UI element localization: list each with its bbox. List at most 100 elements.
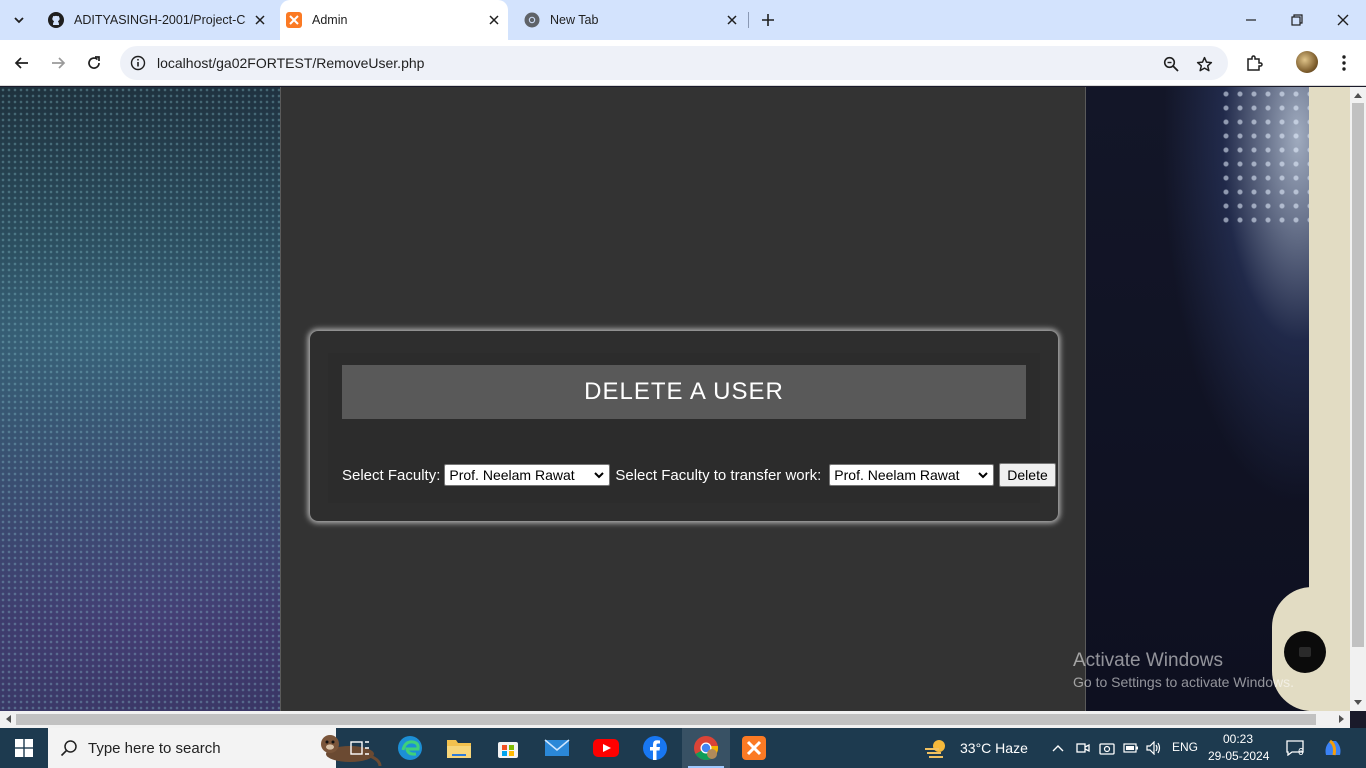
select-faculty-label: Select Faculty: bbox=[342, 466, 441, 484]
camera-icon[interactable] bbox=[1096, 728, 1118, 768]
tab-new-tab[interactable]: New Tab bbox=[516, 0, 746, 40]
notification-count: 6 bbox=[1298, 747, 1304, 758]
weather-widget-icon[interactable] bbox=[916, 728, 956, 768]
new-tab-button[interactable] bbox=[756, 8, 780, 32]
windows-taskbar: Type here to search 33°C Haze ENG 00:23 … bbox=[0, 728, 1366, 768]
windows-logo-icon bbox=[15, 739, 33, 757]
chat-icon bbox=[1299, 647, 1311, 657]
meet-now-icon[interactable] bbox=[1072, 728, 1094, 768]
folder-icon bbox=[447, 740, 471, 758]
clock-time[interactable]: 00:23 bbox=[1223, 732, 1253, 746]
xampp-icon bbox=[742, 736, 766, 760]
youtube-icon bbox=[593, 739, 619, 757]
taskbar-mail[interactable] bbox=[533, 728, 581, 768]
transfer-faculty-label: Select Faculty to transfer work: bbox=[615, 466, 822, 484]
puzzle-icon bbox=[1247, 55, 1263, 71]
tab-strip: ADITYASINGH-2001/Project-Ca Admin New Ta… bbox=[0, 0, 1366, 40]
tab-separator bbox=[748, 12, 749, 28]
chevron-down-icon bbox=[14, 17, 24, 24]
store-icon bbox=[498, 742, 518, 758]
scroll-up-icon[interactable] bbox=[1350, 87, 1366, 103]
taskbar-edge[interactable] bbox=[386, 728, 434, 768]
vertical-scroll-thumb[interactable] bbox=[1352, 103, 1364, 647]
select-faculty-dropdown[interactable]: Prof. Neelam Rawat bbox=[444, 464, 611, 486]
reload-button[interactable] bbox=[80, 49, 108, 77]
facebook-icon bbox=[643, 736, 667, 760]
close-tab-icon[interactable] bbox=[252, 12, 268, 28]
chevron-down-icon bbox=[593, 469, 605, 481]
scroll-right-icon[interactable] bbox=[1334, 711, 1350, 727]
mail-icon bbox=[544, 739, 570, 756]
chevron-up-icon[interactable] bbox=[1046, 728, 1070, 768]
github-icon bbox=[48, 12, 64, 28]
scroll-down-icon[interactable] bbox=[1350, 695, 1366, 711]
watermark-line-2: Go to Settings to activate Windows. bbox=[1073, 674, 1294, 690]
tab-admin[interactable]: Admin bbox=[280, 0, 508, 40]
taskbar-chrome[interactable] bbox=[682, 728, 730, 768]
activate-windows-watermark: Activate Windows Go to Settings to activ… bbox=[1073, 650, 1294, 690]
weather-text[interactable]: 33°C Haze bbox=[960, 740, 1028, 756]
taskbar-xampp[interactable] bbox=[730, 728, 778, 768]
horizontal-scroll-thumb[interactable] bbox=[16, 714, 1316, 725]
select-faculty-value: Prof. Neelam Rawat bbox=[449, 467, 575, 483]
chrome-icon bbox=[694, 736, 719, 761]
main-panel: DELETE A USER Select Faculty: Prof. Neel… bbox=[280, 87, 1086, 711]
extensions-button[interactable] bbox=[1240, 49, 1268, 77]
page-title: DELETE A USER bbox=[342, 365, 1026, 419]
battery-icon[interactable] bbox=[1120, 728, 1142, 768]
close-tab-icon[interactable] bbox=[724, 12, 740, 28]
close-tab-icon[interactable] bbox=[486, 12, 502, 28]
task-view-icon bbox=[350, 741, 369, 755]
delete-button[interactable]: Delete bbox=[999, 463, 1056, 487]
url-text[interactable]: localhost/ga02FORTEST/RemoveUser.php bbox=[157, 55, 424, 71]
zoom-icon[interactable] bbox=[1160, 53, 1182, 75]
address-bar[interactable]: localhost/ga02FORTEST/RemoveUser.php bbox=[120, 46, 1228, 80]
clock-date[interactable]: 29-05-2024 bbox=[1208, 749, 1269, 763]
scroll-left-icon[interactable] bbox=[0, 711, 16, 727]
volume-icon[interactable] bbox=[1143, 728, 1165, 768]
taskbar-store[interactable] bbox=[484, 728, 532, 768]
horizontal-scrollbar[interactable] bbox=[0, 711, 1350, 728]
arrow-left-icon bbox=[14, 57, 28, 69]
taskbar-search[interactable]: Type here to search bbox=[48, 728, 382, 768]
copilot-icon[interactable] bbox=[1318, 728, 1348, 768]
language-indicator[interactable]: ENG bbox=[1172, 740, 1198, 754]
page-viewport: DELETE A USER Select Faculty: Prof. Neel… bbox=[0, 87, 1350, 711]
back-button[interactable] bbox=[8, 49, 36, 77]
arrow-right-icon bbox=[52, 57, 66, 69]
menu-button[interactable] bbox=[1330, 49, 1358, 77]
delete-user-card: DELETE A USER Select Faculty: Prof. Neel… bbox=[310, 331, 1058, 521]
taskbar-facebook[interactable] bbox=[631, 728, 679, 768]
close-window-button[interactable] bbox=[1320, 0, 1366, 40]
transfer-faculty-value: Prof. Neelam Rawat bbox=[834, 467, 960, 483]
taskbar-youtube[interactable] bbox=[582, 728, 630, 768]
minimize-icon bbox=[1246, 19, 1256, 21]
minimize-button[interactable] bbox=[1228, 0, 1274, 40]
more-vert-icon bbox=[1342, 55, 1346, 71]
chevron-down-icon bbox=[977, 469, 989, 481]
tab-title: New Tab bbox=[550, 13, 599, 27]
transfer-faculty-dropdown[interactable]: Prof. Neelam Rawat bbox=[829, 464, 995, 486]
vertical-scrollbar[interactable] bbox=[1350, 87, 1366, 711]
plus-icon bbox=[762, 14, 774, 26]
site-info-icon[interactable] bbox=[128, 53, 148, 73]
browser-toolbar: localhost/ga02FORTEST/RemoveUser.php bbox=[0, 40, 1366, 86]
tab-title: ADITYASINGH-2001/Project-Ca bbox=[74, 13, 246, 27]
chrome-icon bbox=[524, 12, 540, 28]
profile-avatar[interactable] bbox=[1296, 51, 1318, 73]
delete-user-form: Select Faculty: Prof. Neelam Rawat Selec… bbox=[342, 463, 1056, 487]
watermark-line-1: Activate Windows bbox=[1073, 650, 1223, 671]
close-icon bbox=[1337, 14, 1349, 26]
forward-button[interactable] bbox=[44, 49, 72, 77]
tab-search-button[interactable] bbox=[6, 8, 32, 32]
taskbar-file-explorer[interactable] bbox=[435, 728, 483, 768]
search-placeholder: Type here to search bbox=[88, 740, 221, 757]
notifications-button[interactable] bbox=[1282, 728, 1308, 768]
tab-github[interactable]: ADITYASINGH-2001/Project-Ca bbox=[40, 0, 274, 40]
bookmark-star-icon[interactable] bbox=[1193, 53, 1215, 75]
start-button[interactable] bbox=[0, 728, 48, 768]
restore-button[interactable] bbox=[1274, 0, 1320, 40]
task-view-button[interactable] bbox=[336, 728, 384, 768]
restore-icon bbox=[1291, 14, 1303, 26]
reload-icon bbox=[88, 56, 100, 69]
